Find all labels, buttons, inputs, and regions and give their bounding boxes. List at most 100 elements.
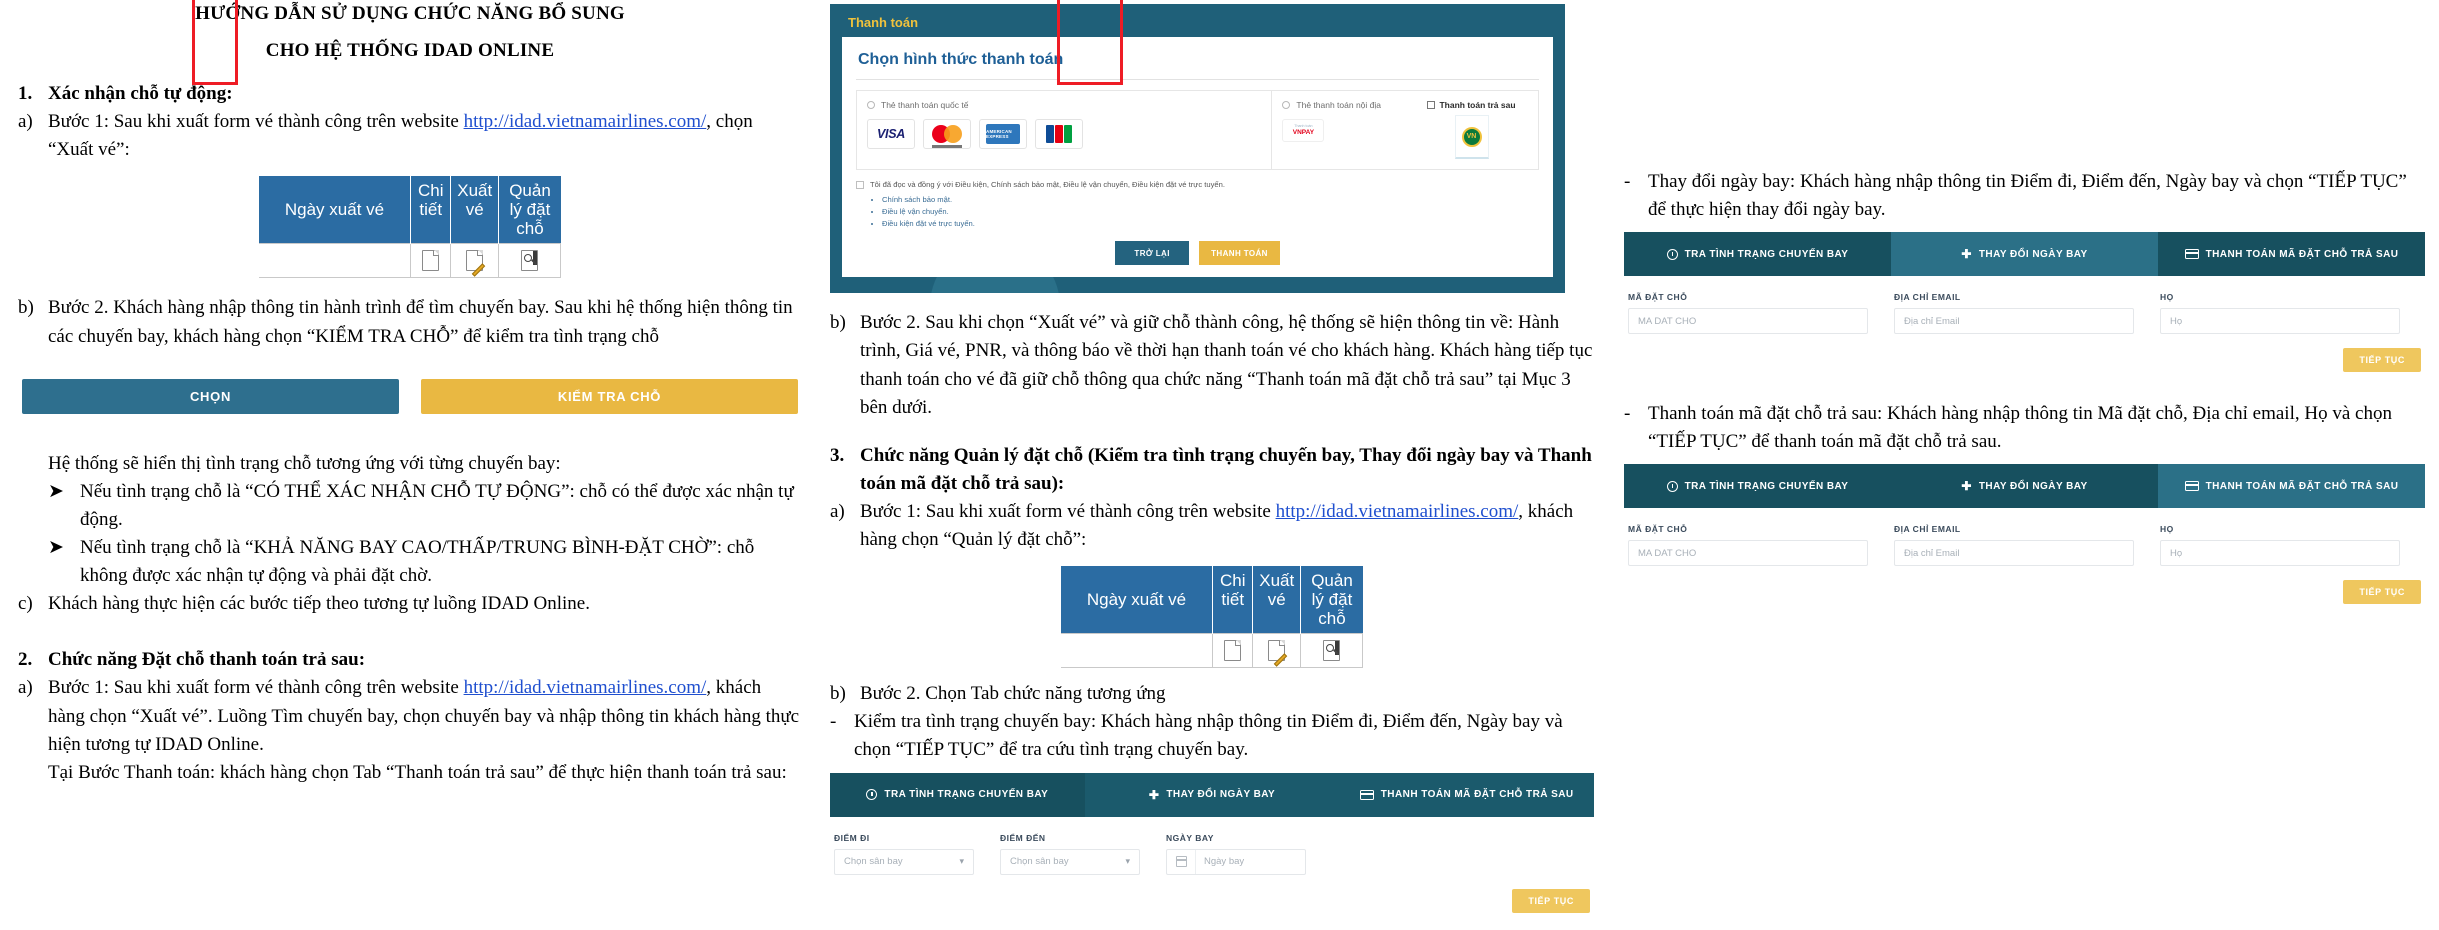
- select-arrival-airport[interactable]: Chọn sân bay ▾: [1000, 848, 1140, 875]
- section-1-bullet-1: ➤ Nếu tình trạng chỗ là “CÓ THỂ XÁC NHẬN…: [18, 478, 802, 534]
- document-page: HƯỚNG DẪN SỬ DỤNG CHỨC NĂNG BỔ SUNG CHO …: [0, 0, 2439, 930]
- payment-method-paylater[interactable]: Thanh toán trả sau VN: [1415, 100, 1528, 159]
- payment-pay-button[interactable]: THANH TOÁN: [1199, 241, 1280, 266]
- cell2-manage-booking-icon[interactable]: [1300, 633, 1364, 669]
- tab2-pay-booking-code[interactable]: THANH TOÁN MÃ ĐẶT CHỖ TRẢ SAU: [2158, 232, 2425, 277]
- clock-icon: [1666, 248, 1678, 260]
- bullet-pay-booking-code: Thanh toán mã đặt chỗ trả sau: Khách hàn…: [1648, 403, 2392, 453]
- label-booking-code-2: MÃ ĐẶT CHỖ: [1628, 524, 1688, 535]
- input-lastname-1[interactable]: Họ: [2160, 308, 2400, 335]
- field-lastname-2: HỌ Họ: [2160, 524, 2400, 567]
- field-lastname-1: HỌ Họ: [2160, 292, 2400, 335]
- radio-icon-domestic[interactable]: [1282, 101, 1291, 109]
- input-lastname-2[interactable]: Họ: [2160, 540, 2400, 567]
- widget-tabs-2: TRA TÌNH TRẠNG CHUYẾN BAY ✚ THAY ĐỔI NGÀ…: [1624, 232, 2425, 277]
- input-email-2[interactable]: Địa chỉ Email: [1894, 540, 2134, 567]
- tab3-label: THANH TOÁN MÃ ĐẶT CHỖ TRẢ SAU: [1380, 789, 1574, 800]
- s3-item-b-text: Bước 2. Chọn Tab chức năng tương ứng: [860, 683, 1166, 705]
- domestic-label: Thẻ thanh toán nội địa: [1296, 100, 1381, 110]
- tab3b-label: THAY ĐỔI NGÀY BAY: [1978, 480, 2088, 492]
- cell-issue-ticket-icon[interactable]: [450, 243, 500, 279]
- input-flight-date[interactable]: Ngày bay: [1166, 848, 1306, 875]
- section-3-number: 3.: [830, 444, 845, 466]
- column-right: - Thay đổi ngày bay: Khách hàng nhập thô…: [1610, 0, 2439, 930]
- visa-card-icon[interactable]: VISA: [867, 119, 915, 149]
- domestic-card-logos: Thanh toán VNPAY: [1282, 119, 1415, 142]
- booking-search-icon: [1323, 640, 1341, 662]
- doc-title-line2: CHO HỆ THỐNG IDAD ONLINE: [265, 40, 555, 61]
- vnpay-card-icon[interactable]: Thanh toán VNPAY: [1282, 119, 1325, 142]
- field-booking-code-2: MÃ ĐẶT CHỖ MA DAT CHO: [1628, 524, 1868, 567]
- payment-divider: [856, 79, 1539, 80]
- input-booking-code-1[interactable]: MA DAT CHO: [1628, 308, 1868, 335]
- tab2-change-flight-date[interactable]: ✚ THAY ĐỔI NGÀY BAY: [1891, 232, 2158, 277]
- input-email-1[interactable]: Địa chỉ Email: [1894, 308, 2134, 335]
- select-departure-airport[interactable]: Chọn sân bay ▾: [834, 848, 974, 875]
- dash-marker-change: -: [1624, 171, 1631, 192]
- action-table-wrapper-1: Ngày xuất vé Chi tiết Xuất vé Quản lý đặ…: [18, 0, 802, 279]
- tab2-check-flight-status[interactable]: TRA TÌNH TRẠNG CHUYẾN BAY: [1624, 232, 1891, 277]
- terms-link-transport[interactable]: Điều lệ vận chuyển.: [882, 206, 1539, 218]
- radio-icon-international[interactable]: [867, 101, 875, 109]
- email-placeholder-2: Địa chỉ Email: [1904, 547, 1960, 559]
- paylater-logo-box[interactable]: VN: [1454, 115, 1489, 159]
- jcb-card-icon[interactable]: [1035, 119, 1083, 149]
- section-1-item-a: a) Bước 1: Sau khi xuất form vé thành cô…: [18, 108, 802, 164]
- idad-url-link-3[interactable]: http://idad.vietnamairlines.com/: [1276, 501, 1519, 522]
- cell2-issue-ticket-icon[interactable]: [1252, 633, 1302, 669]
- col2-header-issue-date: Ngày xuất vé: [1060, 566, 1214, 634]
- cell-detail-icon[interactable]: [410, 243, 452, 279]
- seat-action-buttons: CHỌN KIỂM TRA CHỖ: [18, 378, 802, 414]
- terms-link-online-booking[interactable]: Điều kiện đặt vé trực tuyến.: [882, 218, 1539, 230]
- input-booking-code-2[interactable]: MA DAT CHO: [1628, 540, 1868, 567]
- idad-url-link-2[interactable]: http://idad.vietnamairlines.com/: [464, 677, 707, 698]
- payment-method-domestic[interactable]: Thẻ thanh toán nội địa Thanh toán VNPAY: [1282, 100, 1415, 159]
- s2-item-a-marker: a): [18, 677, 33, 699]
- payment-back-button[interactable]: TRỞ LẠI: [1115, 241, 1190, 266]
- tab-change-flight-date[interactable]: ✚ THAY ĐỔI NGÀY BAY: [1084, 772, 1340, 817]
- cell-manage-booking-icon[interactable]: [498, 243, 562, 279]
- domestic-radio-row[interactable]: Thẻ thanh toán nội địa: [1282, 100, 1415, 110]
- amex-card-icon[interactable]: AMERICAN EXPRESS: [979, 119, 1027, 149]
- payment-card-title: Chọn hình thức thanh toán: [858, 51, 1064, 68]
- idad-url-link-1[interactable]: http://idad.vietnamairlines.com/: [464, 111, 707, 132]
- radio-icon-paylater[interactable]: [1427, 101, 1436, 109]
- field-arrival: ĐIỂM ĐẾN Chọn sân bay ▾: [1000, 833, 1140, 875]
- section-1-heading: 1. Xác nhận chỗ tự động:: [18, 80, 802, 108]
- tab3-check-flight-status[interactable]: TRA TÌNH TRẠNG CHUYẾN BAY: [1624, 464, 1891, 509]
- tab3-change-flight-date[interactable]: ✚ THAY ĐỔI NGÀY BAY: [1891, 464, 2158, 509]
- label-departure: ĐIỂM ĐI: [834, 832, 870, 843]
- continue-button-2[interactable]: TIẾP TỤC: [2343, 348, 2421, 373]
- section-3-title: Chức năng Quản lý đặt chỗ (Kiểm tra tình…: [860, 444, 1592, 494]
- paylater-radio-row[interactable]: Thanh toán trả sau: [1415, 100, 1528, 110]
- detail-page-icon: [1224, 640, 1242, 662]
- widget-tabs-1: TRA TÌNH TRẠNG CHUYẾN BAY ✚ THAY ĐỔI NGÀ…: [830, 772, 1595, 817]
- bullet-2-text: Nếu tình trạng chỗ là “KHẢ NĂNG BAY CAO/…: [80, 536, 755, 587]
- mastercard-icon[interactable]: [923, 119, 971, 149]
- action-table-row: [258, 243, 562, 279]
- international-radio-row[interactable]: Thẻ thanh toán quốc tế: [867, 100, 1261, 110]
- tab1-label: TRA TÌNH TRẠNG CHUYẾN BAY: [884, 789, 1049, 800]
- item-a-text: Bước 1: Sau khi xuất form vé thành công …: [48, 108, 802, 164]
- payment-screenshot: Thanh toán Chọn hình thức thanh toán Thẻ…: [830, 4, 1565, 294]
- terms-checkbox-row[interactable]: Tôi đã đọc và đồng ý với Điều kiện, Chín…: [856, 180, 1539, 189]
- cell2-detail-icon[interactable]: [1212, 633, 1254, 669]
- continue-button-3[interactable]: TIẾP TỤC: [2343, 580, 2421, 605]
- check-seat-button[interactable]: KIỂM TRA CHỖ: [421, 378, 798, 414]
- tab3-pay-booking-code[interactable]: THANH TOÁN MÃ ĐẶT CHỖ TRẢ SAU: [2158, 464, 2425, 509]
- tab-pay-booking-code[interactable]: THANH TOÁN MÃ ĐẶT CHỖ TRẢ SAU: [1339, 772, 1595, 817]
- section-2-item-b: b) Bước 2. Sau khi chọn “Xuất vé” và giữ…: [830, 309, 1594, 421]
- edit-pencil-icon: [466, 250, 486, 278]
- bullet-change-flight-date: Thay đổi ngày bay: Khách hàng nhập thông…: [1648, 171, 2407, 221]
- action-table-wrapper-2: Ngày xuất vé Chi tiết Xuất vé Quản lý đặ…: [830, 0, 1594, 669]
- s2-a-line3: Tại Bước Thanh toán: khách hàng chọn Tab…: [48, 761, 787, 783]
- continue-button-1[interactable]: TIẾP TỤC: [1512, 888, 1590, 913]
- terms-checkbox-icon[interactable]: [856, 181, 864, 189]
- terms-text: Tôi đã đọc và đồng ý với Điều kiện, Chín…: [870, 180, 1225, 189]
- terms-link-privacy[interactable]: Chính sách bảo mật.: [882, 194, 1539, 206]
- choose-button[interactable]: CHỌN: [22, 378, 399, 414]
- col-header-issue-ticket: Xuất vé: [450, 176, 500, 244]
- tab2b-label: THAY ĐỔI NGÀY BAY: [1978, 248, 2088, 260]
- tab-check-flight-status[interactable]: TRA TÌNH TRẠNG CHUYẾN BAY: [830, 772, 1085, 817]
- payment-method-international[interactable]: Thẻ thanh toán quốc tế VISA AMERICAN EXP…: [857, 91, 1273, 169]
